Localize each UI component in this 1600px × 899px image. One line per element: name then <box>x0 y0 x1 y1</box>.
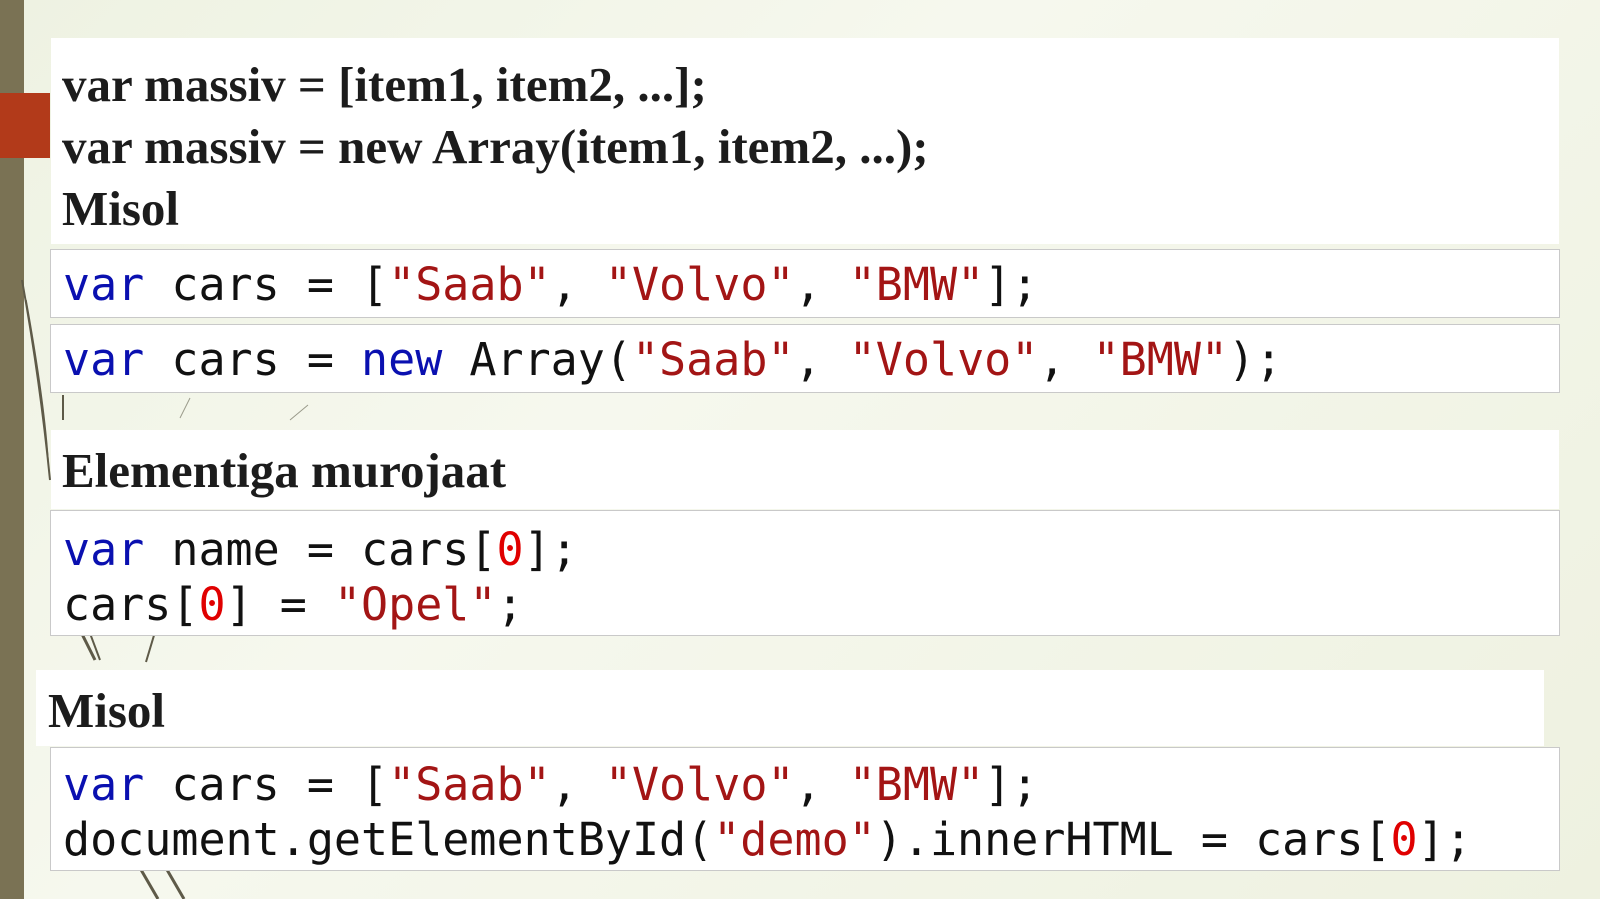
number-token: 0 <box>198 578 226 631</box>
code-line-assign: cars[0] = "Opel"; <box>63 582 524 627</box>
code-token: ).innerHTML = cars[ <box>875 813 1391 866</box>
keyword-token: var <box>63 258 145 311</box>
keyword-token: var <box>63 758 145 811</box>
string-token: "Volvo" <box>604 758 795 811</box>
keyword-token: new <box>361 333 443 386</box>
code-token: , <box>550 258 605 311</box>
code-box-access: var name = cars[0]; cars[0] = "Opel"; <box>50 510 1560 636</box>
code-token: , <box>794 333 849 386</box>
example2-title-panel: Misol <box>36 670 1544 746</box>
access-section-title: Elementiga murojaat <box>62 443 507 498</box>
syntax-literal-line: var massiv = [item1, item2, ...]; <box>62 57 707 112</box>
example-label: Misol <box>62 181 180 236</box>
number-token: 0 <box>496 523 524 576</box>
code-line-array: var cars = ["Saab", "Volvo", "BMW"]; <box>63 762 1038 807</box>
code-token: , <box>1038 333 1093 386</box>
code-token: Array( <box>442 333 632 386</box>
code-box-literal: var cars = ["Saab", "Volvo", "BMW"]; <box>50 249 1560 318</box>
code-token: ]; <box>523 523 578 576</box>
code-token: , <box>794 758 849 811</box>
string-token: "BMW" <box>848 258 985 311</box>
code-token: cars = <box>144 333 362 386</box>
number-token: 0 <box>1390 813 1418 866</box>
keyword-token: var <box>63 523 145 576</box>
code-token: ]; <box>1417 813 1472 866</box>
code-token: ] = <box>225 578 334 631</box>
code-token: ; <box>496 578 524 631</box>
string-token: "BMW" <box>1092 333 1229 386</box>
string-token: "Saab" <box>388 758 551 811</box>
access-title-panel: Elementiga murojaat <box>51 430 1559 509</box>
keyword-token: var <box>63 333 145 386</box>
code-line-constructor: var cars = new Array("Saab", "Volvo", "B… <box>63 337 1282 382</box>
string-token: "Opel" <box>333 578 497 631</box>
code-token: , <box>550 758 605 811</box>
code-box-dom-example: var cars = ["Saab", "Volvo", "BMW"]; doc… <box>50 747 1560 871</box>
code-line-dom: document.getElementById("demo").innerHTM… <box>63 817 1472 862</box>
syntax-panel: var massiv = [item1, item2, ...]; var ma… <box>51 38 1559 244</box>
code-line-read: var name = cars[0]; <box>63 527 578 572</box>
code-token: cars[ <box>63 578 199 631</box>
string-token: "Saab" <box>631 333 795 386</box>
code-token: ]; <box>984 758 1039 811</box>
code-token: cars = [ <box>144 258 389 311</box>
example2-section-title: Misol <box>48 683 166 738</box>
code-token: ]; <box>984 258 1039 311</box>
string-token: "Saab" <box>388 258 551 311</box>
syntax-constructor-line: var massiv = new Array(item1, item2, ...… <box>62 119 929 174</box>
code-token: , <box>794 258 849 311</box>
code-token: document.getElementById( <box>63 813 714 866</box>
code-token: cars = [ <box>144 758 389 811</box>
string-token: "demo" <box>713 813 876 866</box>
string-token: "Volvo" <box>604 258 795 311</box>
code-token: ); <box>1228 333 1283 386</box>
code-token: name = cars[ <box>144 523 497 576</box>
string-token: "Volvo" <box>848 333 1039 386</box>
string-token: "BMW" <box>848 758 985 811</box>
code-box-constructor: var cars = new Array("Saab", "Volvo", "B… <box>50 324 1560 393</box>
code-line-literal: var cars = ["Saab", "Volvo", "BMW"]; <box>63 262 1038 307</box>
